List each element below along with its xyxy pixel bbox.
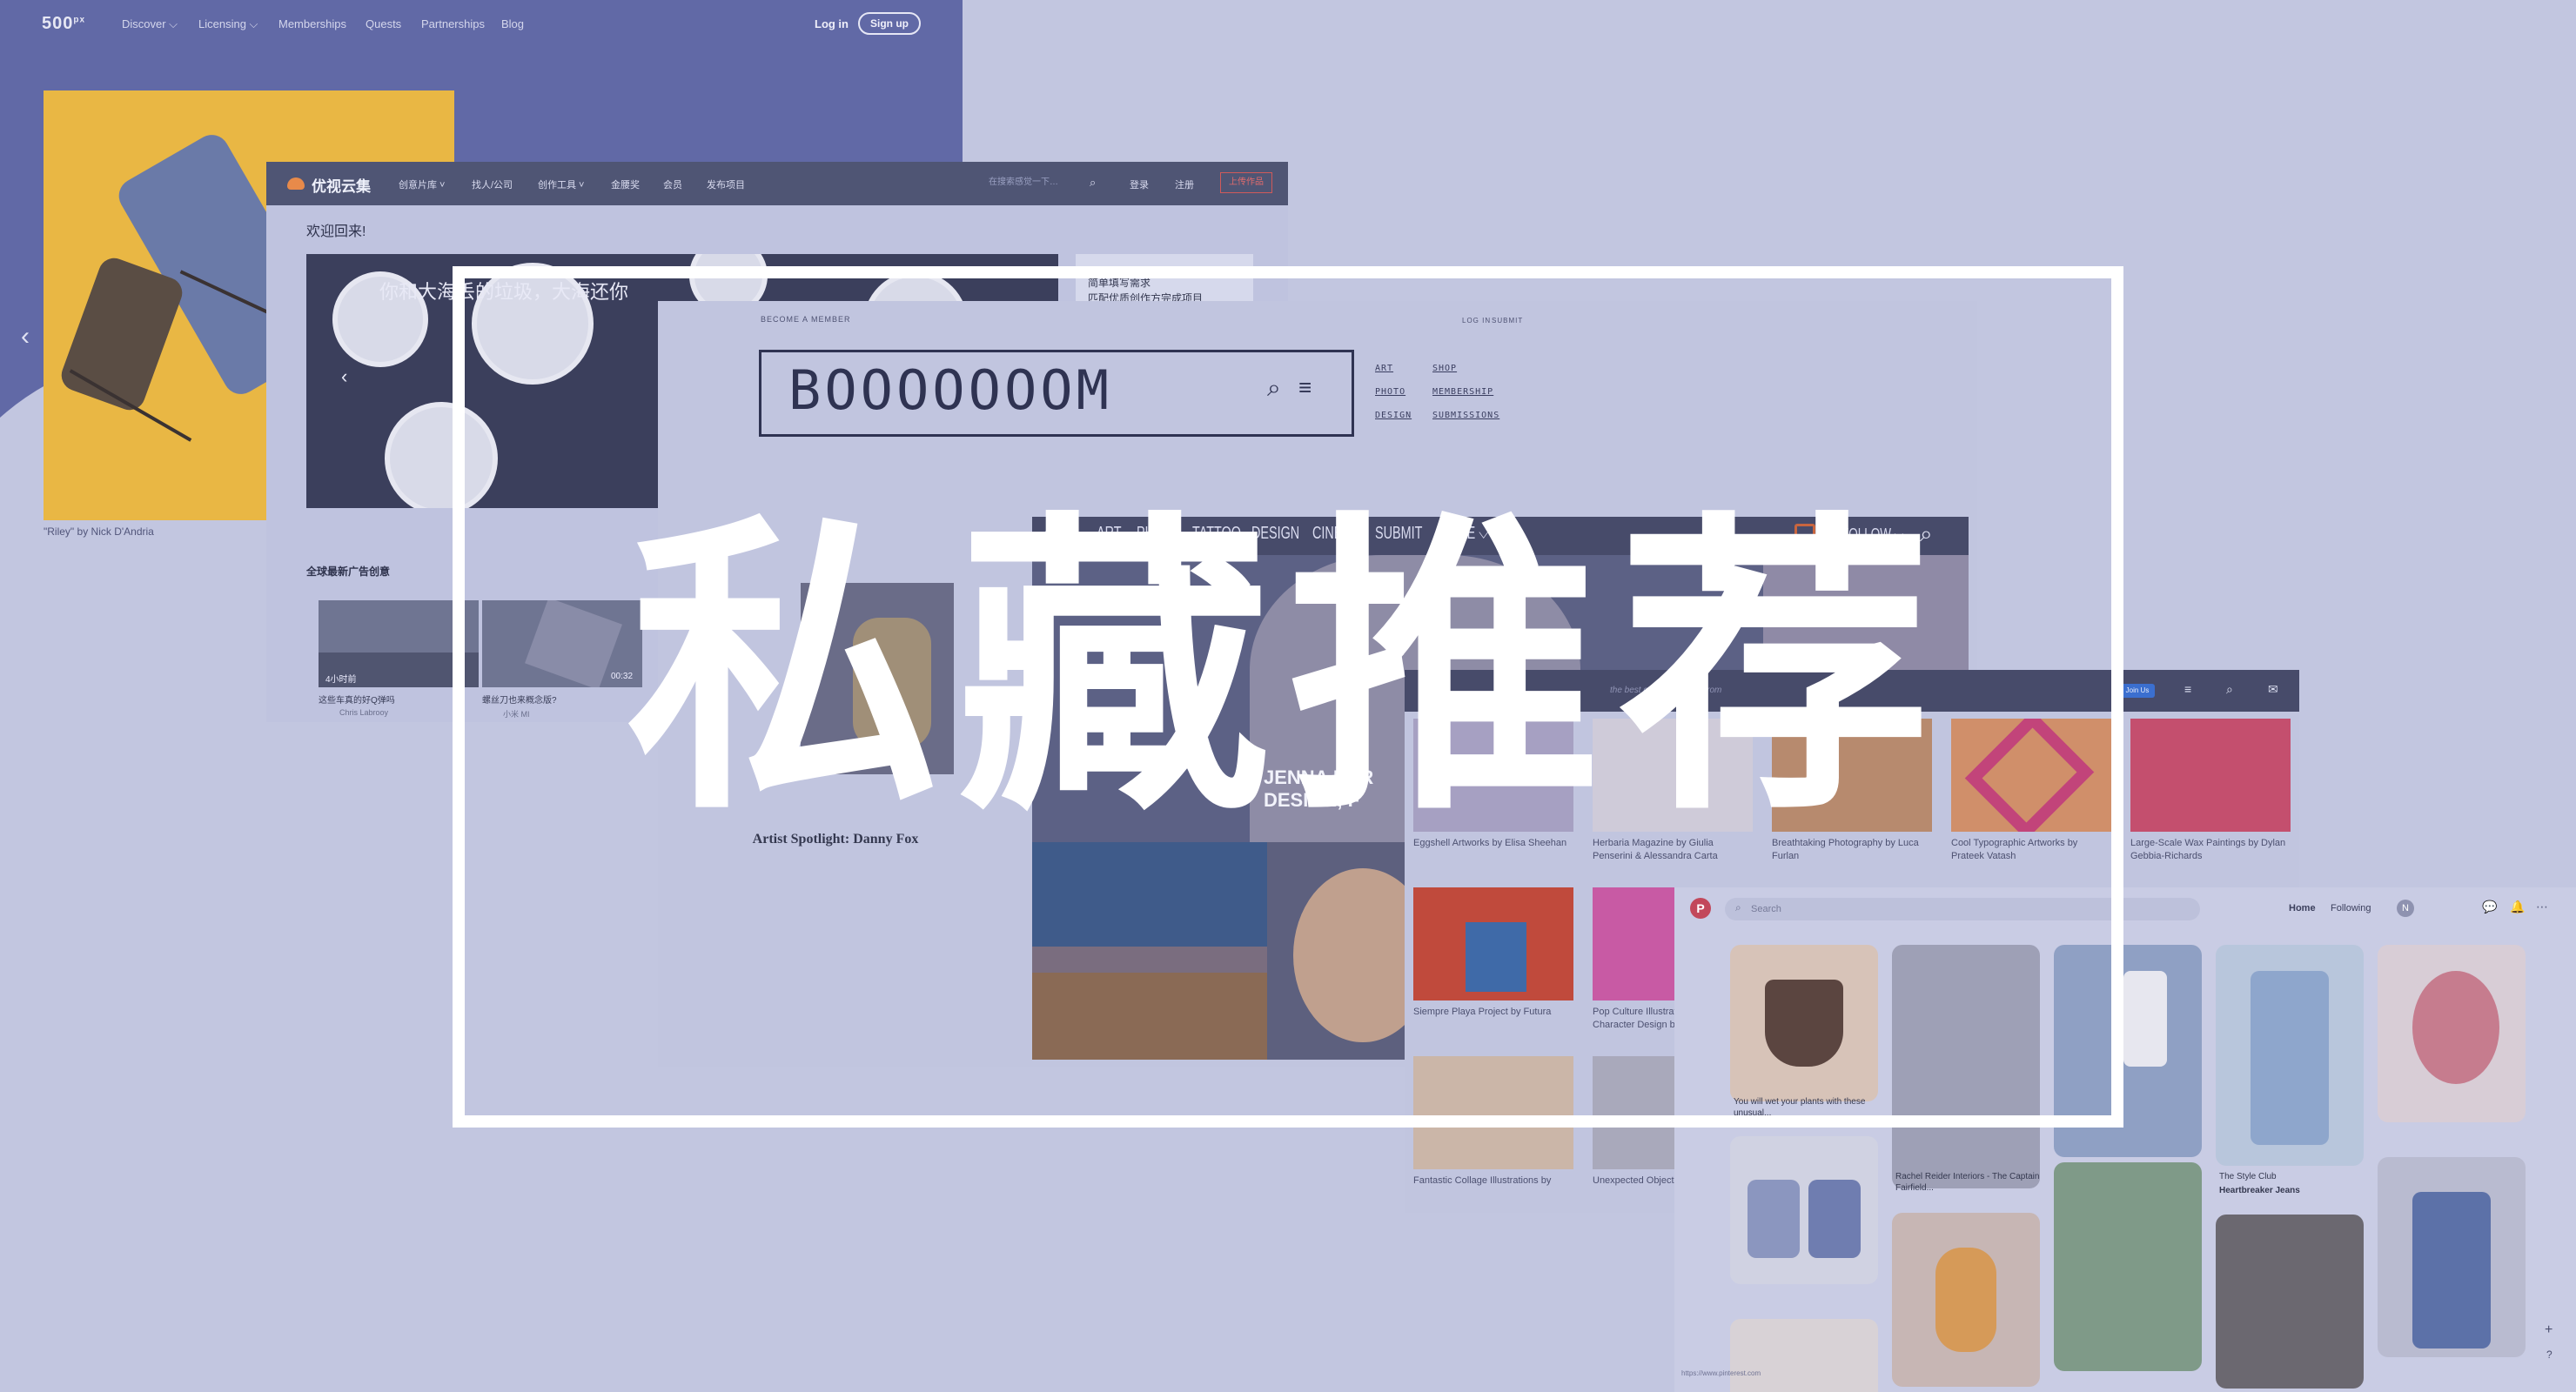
image-shape xyxy=(1748,1180,1800,1258)
pin-image[interactable] xyxy=(1892,1213,2040,1387)
login-link[interactable]: 登录 xyxy=(1130,177,1149,191)
more-icon[interactable]: ⋯ xyxy=(2536,900,2548,914)
search-icon[interactable]: ⌕ xyxy=(2226,682,2233,697)
search-icon[interactable]: ⌕ xyxy=(1090,176,1096,190)
menu-icon[interactable]: ≡ xyxy=(2184,682,2191,696)
image-shape xyxy=(1935,1248,1996,1352)
plus-icon[interactable]: + xyxy=(2545,1322,2553,1338)
avatar[interactable]: N xyxy=(2397,900,2414,917)
nav-licensing[interactable]: Licensing ⌵ xyxy=(198,17,258,31)
login-link[interactable]: Log in xyxy=(815,17,849,30)
video-title[interactable]: 这些车真的好Q弹吗 xyxy=(319,693,395,706)
brand-name[interactable]: 优视云集 xyxy=(312,174,371,196)
nav-post-project[interactable]: 发布项目 xyxy=(707,177,745,191)
welcome-heading: 欢迎回来! xyxy=(306,224,366,239)
video-author[interactable]: Chris Labrooy xyxy=(339,708,388,717)
pin-image[interactable] xyxy=(2054,1162,2202,1371)
logo-500px[interactable]: 500px xyxy=(42,14,85,34)
join-button[interactable]: Join Us xyxy=(2120,684,2155,698)
tab-following[interactable]: Following xyxy=(2331,903,2371,914)
nav-partnerships[interactable]: Partnerships xyxy=(421,17,485,30)
upload-button[interactable]: 上传作品 xyxy=(1220,172,1272,193)
photo-shape xyxy=(57,253,187,415)
nav-discover[interactable]: Discover ⌵ xyxy=(122,17,178,31)
image-shape xyxy=(2123,971,2167,1067)
section-title: 全球最新广告创意 xyxy=(306,566,391,578)
register-link[interactable]: 注册 xyxy=(1175,177,1194,191)
pin-image[interactable] xyxy=(2378,945,2526,1122)
video-time: 4小时前 xyxy=(325,675,357,685)
image-shape xyxy=(1808,1180,1861,1258)
chat-icon[interactable]: 💬 xyxy=(2482,900,2497,914)
cloud-logo-icon xyxy=(287,177,305,190)
chevron-left-icon[interactable]: ‹ xyxy=(341,365,347,388)
nav-quests[interactable]: Quests xyxy=(366,17,401,30)
grid-caption[interactable]: Large-Scale Wax Paintings by Dylan Gebbi… xyxy=(2130,837,2291,863)
pin-image[interactable] xyxy=(2216,945,2364,1166)
chevron-left-icon[interactable]: ‹ xyxy=(21,322,30,351)
pin-image[interactable] xyxy=(2216,1215,2364,1389)
nav-library[interactable]: 创意片库 ˅ xyxy=(399,177,445,191)
image-shape xyxy=(2412,1192,2491,1348)
image-shape xyxy=(2412,971,2499,1084)
grid-thumb[interactable] xyxy=(2130,719,2291,832)
nav-tools[interactable]: 创作工具 ˅ xyxy=(538,177,584,191)
help-icon[interactable]: ? xyxy=(2546,1348,2553,1361)
pin-caption[interactable]: Heartbreaker Jeans xyxy=(2219,1185,2367,1196)
photo-caption: "Riley" by Nick D'Andria xyxy=(44,525,154,538)
pin-image[interactable] xyxy=(1730,1136,1878,1284)
nav-find-people[interactable]: 找人/公司 xyxy=(472,177,513,191)
bell-icon[interactable]: 🔔 xyxy=(2510,900,2525,914)
pin-caption[interactable]: Rachel Reider Interiors - The Captain Fa… xyxy=(1895,1171,2043,1194)
status-url: https://www.pinterest.com xyxy=(1681,1369,1761,1377)
overlay-title: 私藏推荐 xyxy=(627,487,1949,852)
nav-member[interactable]: 会员 xyxy=(663,177,682,191)
image-shape xyxy=(2251,971,2329,1145)
pin-image[interactable] xyxy=(1730,1319,1878,1392)
nav-blog[interactable]: Blog xyxy=(501,17,524,30)
signup-button[interactable]: Sign up xyxy=(858,12,921,35)
nav-memberships[interactable]: Memberships xyxy=(278,17,346,30)
pin-caption[interactable]: The Style Club xyxy=(2219,1171,2367,1182)
grid-caption[interactable]: Fantastic Collage Illustrations by xyxy=(1413,1174,1573,1188)
mail-icon[interactable]: ✉ xyxy=(2268,682,2278,697)
nav-award[interactable]: 金腰奖 xyxy=(611,177,640,191)
tab-home[interactable]: Home xyxy=(2289,903,2316,914)
pin-image[interactable] xyxy=(2378,1157,2526,1357)
